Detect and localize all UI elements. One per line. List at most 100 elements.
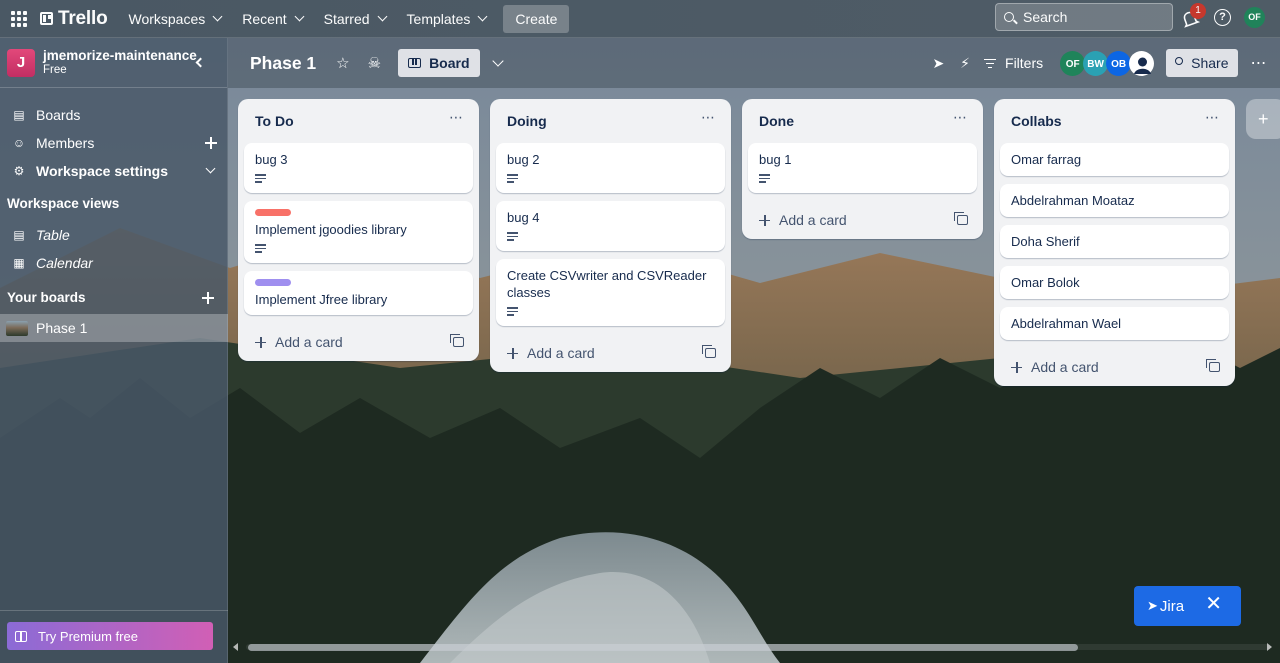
user-avatar[interactable]: OF [1244,7,1265,28]
nav-starred-label: Starred [323,10,370,27]
list-doing: Doing ⋯ bug 2 bug 4 Create CSVwriter and… [490,99,731,372]
list-done: Done ⋯ bug 1 Add a card [742,99,983,239]
visibility-icon[interactable]: ☠ [368,54,381,72]
chevron-down-icon[interactable] [491,55,504,67]
jira-icon: ➤ [1147,598,1158,613]
nav-recent[interactable]: Recent [242,11,305,27]
card-template-icon[interactable] [1206,359,1220,372]
card[interactable]: bug 3 [244,143,473,193]
list-menu-icon[interactable]: ⋯ [449,109,464,126]
add-person-icon [1175,57,1184,65]
nav-starred[interactable]: Starred [323,10,387,27]
description-icon [507,307,518,316]
add-card-button[interactable]: Add a card [994,348,1235,386]
star-icon[interactable]: ☆ [336,54,349,72]
add-card-button[interactable]: Add a card [742,201,983,239]
sidebar-item-table-view[interactable]: ▤ Table [0,221,228,249]
card-label-purple[interactable] [255,279,291,286]
board-menu-icon[interactable]: ⋯ [1251,53,1268,73]
add-card-button[interactable]: Add a card [238,323,479,361]
share-button[interactable]: Share [1166,49,1238,77]
list-title[interactable]: Done [742,99,983,143]
sidebar-item-calendar-view[interactable]: ▦ Calendar [0,249,228,277]
list-menu-icon[interactable]: ⋯ [1205,109,1220,126]
description-icon [507,232,518,241]
card[interactable]: bug 1 [748,143,977,193]
list-title[interactable]: Doing [490,99,731,143]
sidebar-item-members[interactable]: ☺ Members [0,129,228,157]
member-avatar[interactable] [1129,50,1155,76]
horizontal-scrollbar[interactable] [228,639,1280,655]
card[interactable]: Implement jgoodies library [244,201,473,263]
member-avatar[interactable]: OB [1106,50,1132,76]
plus-icon [1011,361,1022,373]
add-member-icon[interactable] [205,137,217,149]
card-template-icon[interactable] [450,334,464,347]
description-icon [507,174,518,183]
card-template-icon[interactable] [954,212,968,225]
board-view-button[interactable]: Board [398,49,480,77]
create-button[interactable]: Create [503,4,570,33]
nav-templates[interactable]: Templates [406,10,488,27]
list-title[interactable]: Collabs [994,99,1235,143]
member-avatar[interactable]: OF [1060,50,1086,76]
filters-button[interactable]: Filters [984,55,1043,71]
card-title: Abdelrahman Wael [1011,316,1122,331]
card[interactable]: Abdelrahman Wael [1000,307,1229,340]
trello-wordmark: Trello [58,7,108,29]
jira-label: Jira [1159,597,1185,615]
try-premium-button[interactable]: Try Premium free [7,622,213,650]
card[interactable]: Implement Jfree library [244,271,473,315]
nav-templates-label: Templates [406,10,471,27]
add-list-button[interactable]: + [1246,99,1280,139]
help-icon[interactable]: ? [1214,9,1231,26]
card-label-red[interactable] [255,209,291,216]
board-header-actions: ➤ ⚡ Filters OF BW OB Share ⋯ [932,38,1280,88]
card-template-icon[interactable] [702,345,716,358]
nav-workspaces[interactable]: Workspaces [128,11,223,27]
card[interactable]: bug 4 [496,201,725,251]
power-ups-icon[interactable]: ➤ [932,55,944,72]
search-input[interactable]: Search [995,3,1173,31]
list-title[interactable]: To Do [238,99,479,143]
scrollbar-thumb[interactable] [248,644,1078,651]
app-switcher-icon[interactable] [10,10,28,28]
card-title: Implement Jfree library [255,292,388,307]
jira-widget[interactable]: ➤ Jira ✕ [1134,586,1241,626]
card[interactable]: Create CSVwriter and CSVReader classes [496,259,725,326]
sidebar-item-workspace-settings[interactable]: ⚙ Workspace settings [0,157,228,185]
close-icon[interactable]: ✕ [1205,594,1222,614]
collapse-sidebar-icon[interactable] [195,57,206,68]
add-board-icon[interactable] [202,292,214,304]
add-card-button[interactable]: Add a card [490,334,731,372]
description-icon [255,174,266,183]
card[interactable]: Omar farrag [1000,143,1229,176]
card[interactable]: Abdelrahman Moataz [1000,184,1229,217]
list-collabs: Collabs ⋯ Omar farrag Abdelrahman Moataz… [994,99,1235,386]
sidebar-item-label: Members [36,135,95,151]
card[interactable]: bug 2 [496,143,725,193]
search-placeholder: Search [1023,9,1068,25]
card[interactable]: Omar Bolok [1000,266,1229,299]
scroll-right-arrow-icon[interactable] [1267,643,1272,651]
board-title[interactable]: Phase 1 [250,53,316,74]
sidebar-item-label: Table [36,227,70,243]
sidebar-board-phase-1[interactable]: Phase 1 [0,314,228,342]
card-title: Omar farrag [1011,152,1082,167]
workspace-avatar[interactable]: J [7,48,35,77]
list-menu-icon[interactable]: ⋯ [701,109,716,126]
trello-logo[interactable]: Trello [40,7,108,30]
sidebar-item-boards[interactable]: ▤ Boards [0,101,228,129]
workspace-name[interactable]: jmemorize-maintenance [43,48,197,63]
card[interactable]: Doha Sherif [1000,225,1229,258]
card-title: bug 1 [759,152,792,167]
automation-icon[interactable]: ⚡ [960,55,970,72]
card-title: bug 4 [507,210,540,225]
list-menu-icon[interactable]: ⋯ [953,109,968,126]
scroll-left-arrow-icon[interactable] [233,643,238,651]
member-avatar[interactable]: BW [1083,50,1109,76]
search-icon [1004,12,1014,22]
sidebar-item-label: Calendar [36,255,93,271]
add-card-label: Add a card [779,212,847,228]
top-navigation-bar: Trello Workspaces Recent Starred Templat… [0,0,1280,38]
